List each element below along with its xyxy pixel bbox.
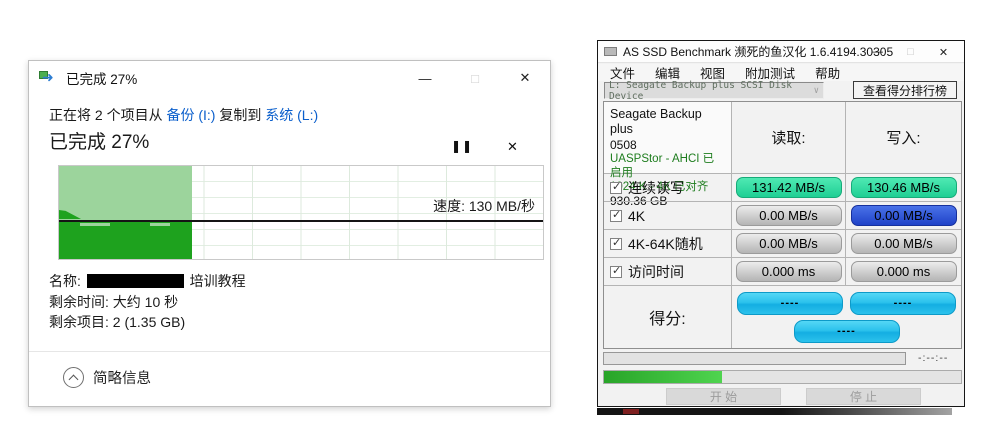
copy-status-middle: 复制到 bbox=[219, 107, 261, 123]
access-time-write-value: 0.000 ms bbox=[851, 261, 957, 282]
fewer-details-label: 简略信息 bbox=[93, 367, 151, 388]
row-sequential-label: ✓ 连续读写 bbox=[604, 174, 732, 202]
4k64k-read-value: 0.00 MB/s bbox=[736, 233, 842, 254]
desktop-strip bbox=[597, 408, 952, 415]
name-label: 名称: bbox=[49, 273, 81, 289]
copy-dialog-title: 已完成 27% bbox=[66, 68, 137, 88]
pause-button[interactable]: ❚❚ bbox=[451, 139, 473, 153]
4k64k-write-cell: 0.00 MB/s bbox=[846, 230, 961, 258]
drive-name: Seagate Backup plus bbox=[610, 107, 725, 138]
close-button[interactable]: ✕ bbox=[927, 41, 960, 63]
time-remaining-placeholder: -:--:-- bbox=[918, 352, 948, 364]
file-name-line: 名称: 培训教程 bbox=[49, 271, 246, 291]
benchmark-table: Seagate Backup plus 0508 UASPStor - AHCI… bbox=[603, 101, 962, 349]
copy-dialog-body: 正在将 2 个项目从 备份 (I:) 复制到 系统 (L:) 已完成 27% ❚… bbox=[29, 95, 550, 406]
4k64k-write-value: 0.00 MB/s bbox=[851, 233, 957, 254]
access-time-read-value: 0.000 ms bbox=[736, 261, 842, 282]
chevron-up-icon bbox=[63, 367, 84, 388]
score-area: ---- ---- ---- bbox=[732, 286, 961, 348]
app-icon bbox=[604, 47, 617, 56]
sequential-read-value: 131.42 MB/s bbox=[736, 177, 842, 198]
checkbox-sequential[interactable]: ✓ bbox=[610, 182, 622, 194]
sequential-write-value: 130.46 MB/s bbox=[851, 177, 957, 198]
stop-button[interactable]: 停 止 bbox=[806, 388, 921, 405]
as-ssd-window: AS SSD Benchmark 濒死的鱼汉化 1.6.4194.30305 —… bbox=[597, 40, 965, 407]
as-ssd-title: AS SSD Benchmark 濒死的鱼汉化 1.6.4194.30305 bbox=[623, 43, 893, 60]
row-4k64k-label: ✓ 4K-64K随机 bbox=[604, 230, 732, 258]
source-drive-link[interactable]: 备份 (I:) bbox=[166, 107, 215, 123]
graph-dip-mark bbox=[150, 223, 170, 226]
write-column-header: 写入: bbox=[846, 102, 961, 174]
score-read: ---- bbox=[737, 292, 843, 315]
minimize-button[interactable]: — bbox=[400, 61, 450, 95]
name-suffix: 培训教程 bbox=[190, 273, 246, 289]
graph-fill-above-line bbox=[59, 166, 192, 220]
benchmark-progress-bar bbox=[603, 370, 962, 384]
checkbox-access-time[interactable]: ✓ bbox=[610, 266, 622, 278]
desktop: ➜ 已完成 27% — □ ✕ 正在将 2 个项目从 备份 (I:) 复制到 系… bbox=[0, 0, 1000, 441]
row-access-time-label: ✓ 访问时间 bbox=[604, 258, 732, 286]
access-time-read-cell: 0.000 ms bbox=[732, 258, 846, 286]
fewer-details-toggle[interactable]: 简略信息 bbox=[63, 367, 151, 388]
items-remaining-line: 剩余项目: 2 (1.35 GB) bbox=[49, 312, 185, 332]
minimize-button[interactable]: — bbox=[861, 41, 894, 63]
drive-firmware: 0508 bbox=[610, 138, 725, 153]
4k-write-value: 0.00 MB/s bbox=[851, 205, 957, 226]
benchmark-idle-bar bbox=[603, 352, 906, 365]
4k-read-value: 0.00 MB/s bbox=[736, 205, 842, 226]
drive-info-panel: Seagate Backup plus 0508 UASPStor - AHCI… bbox=[604, 102, 732, 174]
sequential-read-cell: 131.42 MB/s bbox=[732, 174, 846, 202]
view-score-ranking-button[interactable]: 查看得分排行榜 bbox=[853, 81, 957, 99]
score-label-cell: 得分: bbox=[604, 286, 732, 348]
score-total: ---- bbox=[794, 320, 900, 343]
speed-label: 速度: 130 MB/秒 bbox=[433, 196, 535, 216]
sequential-write-cell: 130.46 MB/s bbox=[846, 174, 961, 202]
as-ssd-titlebar: AS SSD Benchmark 濒死的鱼汉化 1.6.4194.30305 —… bbox=[598, 41, 964, 63]
4k-write-cell: 0.00 MB/s bbox=[846, 202, 961, 230]
menu-help[interactable]: 帮助 bbox=[815, 63, 840, 82]
copy-status-line: 正在将 2 个项目从 备份 (I:) 复制到 系统 (L:) bbox=[49, 105, 318, 125]
close-button[interactable]: ✕ bbox=[500, 61, 550, 95]
copy-dialog-window: ➜ 已完成 27% — □ ✕ 正在将 2 个项目从 备份 (I:) 复制到 系… bbox=[28, 60, 551, 407]
access-time-write-cell: 0.000 ms bbox=[846, 258, 961, 286]
maximize-button: □ bbox=[450, 61, 500, 95]
graph-speed-line bbox=[59, 220, 543, 222]
desktop-strip-accent bbox=[623, 409, 639, 414]
row-4k-label: ✓ 4K bbox=[604, 202, 732, 230]
benchmark-progress-fill bbox=[604, 371, 722, 383]
start-button[interactable]: 开 始 bbox=[666, 388, 781, 405]
graph-fill-below-line bbox=[59, 220, 192, 259]
4k64k-read-cell: 0.00 MB/s bbox=[732, 230, 846, 258]
copy-status-prefix: 正在将 2 个项目从 bbox=[49, 107, 163, 123]
score-write: ---- bbox=[850, 292, 956, 315]
checkbox-4k64k[interactable]: ✓ bbox=[610, 238, 622, 250]
drive-select-value: L: Seagate Backup plus SCSI Disk Device bbox=[609, 80, 814, 102]
redacted-name-block bbox=[87, 274, 184, 288]
time-remaining-line: 剩余时间: 大约 10 秒 bbox=[49, 292, 178, 312]
cancel-copy-button[interactable]: ✕ bbox=[507, 139, 518, 155]
copy-icon: ➜ bbox=[39, 70, 59, 86]
drive-select-dropdown[interactable]: L: Seagate Backup plus SCSI Disk Device … bbox=[604, 82, 824, 99]
chevron-down-icon: ∨ bbox=[814, 86, 819, 96]
dest-drive-link[interactable]: 系统 (L:) bbox=[265, 107, 318, 123]
maximize-button: □ bbox=[894, 41, 927, 63]
toolbar: L: Seagate Backup plus SCSI Disk Device … bbox=[598, 81, 964, 101]
separator bbox=[29, 351, 550, 352]
menu-bar: 文件 编辑 视图 附加测试 帮助 bbox=[598, 64, 964, 81]
checkbox-4k[interactable]: ✓ bbox=[610, 210, 622, 222]
graph-dip-mark bbox=[80, 223, 110, 226]
progress-heading: 已完成 27% bbox=[49, 127, 149, 154]
4k-read-cell: 0.00 MB/s bbox=[732, 202, 846, 230]
copy-dialog-titlebar: ➜ 已完成 27% — □ ✕ bbox=[29, 61, 550, 95]
read-column-header: 读取: bbox=[732, 102, 846, 174]
transfer-speed-graph: 速度: 130 MB/秒 bbox=[58, 165, 544, 260]
